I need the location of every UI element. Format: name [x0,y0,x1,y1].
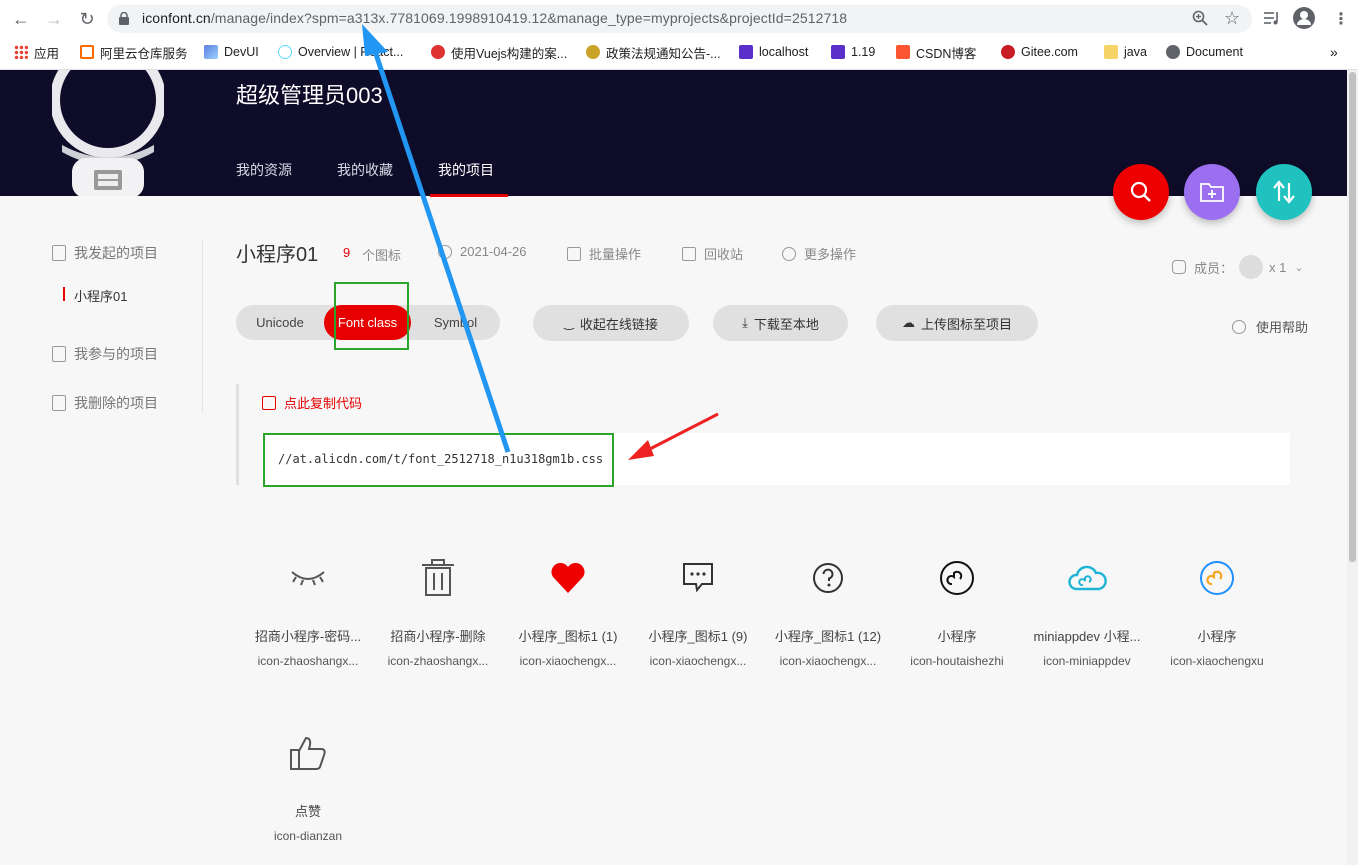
annotation-blue-arrow [367,35,511,453]
annotation-red-arrowhead [628,440,654,460]
annotation-red-arrow [643,412,719,454]
annotation-arrows [362,24,719,460]
annotation-blue-arrowhead [362,24,388,56]
